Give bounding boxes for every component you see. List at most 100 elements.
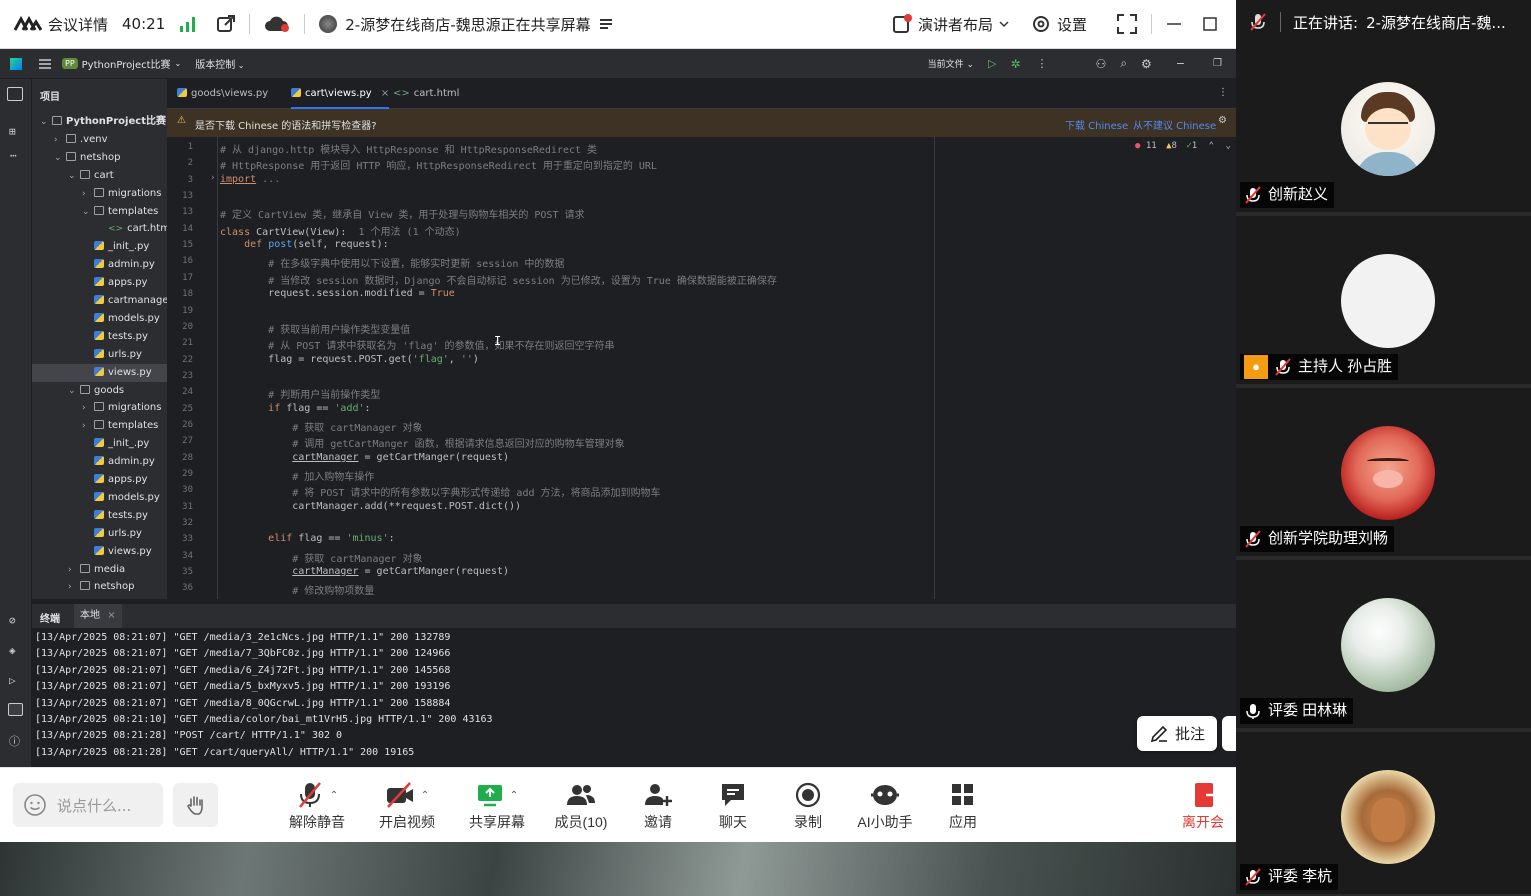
- participant-tile[interactable]: 评委 李杭: [1236, 732, 1531, 896]
- share-menu-icon[interactable]: [599, 17, 613, 31]
- chat-input[interactable]: 说点什么...: [13, 783, 163, 827]
- chevron-down-icon[interactable]: ⌄: [54, 149, 66, 167]
- tree-item[interactable]: urls.py: [32, 346, 167, 364]
- raise-hand-button[interactable]: [173, 783, 218, 827]
- tree-item[interactable]: › .venv: [32, 131, 167, 149]
- chevron-down-icon[interactable]: ⌄: [40, 113, 52, 131]
- layers-icon[interactable]: ◈: [9, 644, 16, 657]
- tree-item[interactable]: apps.py: [32, 471, 167, 489]
- fold-marker-icon[interactable]: ›: [210, 173, 215, 183]
- tree-item[interactable]: cartmanager: [32, 292, 167, 310]
- chevron-down-icon[interactable]: ⌄: [82, 203, 94, 221]
- tree-item[interactable]: › migrations: [32, 185, 167, 203]
- tab-cart-views[interactable]: cart\views.py ×: [291, 79, 390, 109]
- participant-tile[interactable]: 评委 田林琳: [1236, 560, 1531, 730]
- tree-item[interactable]: tests.py: [32, 328, 167, 346]
- tree-item[interactable]: apps.py: [32, 274, 167, 292]
- tree-item[interactable]: models.py: [32, 489, 167, 507]
- annotate-button[interactable]: 批注: [1137, 716, 1217, 751]
- participant-tile[interactable]: 创新学院助理刘畅: [1236, 388, 1531, 558]
- chevron-right-icon[interactable]: ›: [68, 561, 80, 579]
- emoji-icon[interactable]: [23, 793, 47, 817]
- inspection-widget[interactable]: ● 11 ▲8 ✓1 ⌃ ⌄: [1135, 141, 1231, 151]
- tree-item[interactable]: › netshop: [32, 578, 167, 596]
- signal-icon[interactable]: [179, 16, 197, 32]
- run-config-selector[interactable]: 当前文件 ⌄: [928, 57, 974, 70]
- close-icon[interactable]: ×: [381, 88, 389, 99]
- chevron-down-icon[interactable]: ⌄: [68, 167, 80, 185]
- terminal-output[interactable]: [13/Apr/2025 08:21:07] "GET /media/3_2e1…: [32, 628, 1236, 767]
- notice-settings-icon[interactable]: ⚙: [1218, 115, 1227, 126]
- tree-item[interactable]: models.py: [32, 310, 167, 328]
- chevron-down-icon[interactable]: ⌄: [1225, 141, 1230, 151]
- tree-item[interactable]: › media: [32, 561, 167, 579]
- download-chinese-link[interactable]: 下载 Chinese: [1065, 117, 1128, 132]
- tree-item[interactable]: views.py: [32, 363, 167, 382]
- chevron-up-icon[interactable]: ⌃: [510, 790, 518, 801]
- chevron-up-icon[interactable]: ⌃: [421, 790, 429, 801]
- open-external-icon[interactable]: [217, 15, 236, 33]
- tree-item[interactable]: › templates: [32, 417, 167, 435]
- python-console-icon[interactable]: ⊘: [9, 614, 16, 627]
- chevron-right-icon[interactable]: ›: [82, 399, 94, 417]
- annotate-extra-button[interactable]: [1222, 716, 1236, 751]
- minimize-icon[interactable]: [1166, 16, 1182, 32]
- problems-icon[interactable]: ⓘ: [9, 733, 20, 749]
- ai-assistant-button[interactable]: AI小助手: [845, 780, 925, 832]
- fullscreen-icon[interactable]: [1117, 14, 1137, 34]
- leave-meeting-button[interactable]: 离开会: [1182, 780, 1236, 832]
- chevron-up-icon[interactable]: ⌃: [330, 790, 338, 801]
- maximize-icon[interactable]: [1202, 16, 1218, 32]
- start-video-button[interactable]: ⌃ 开启视频: [367, 780, 447, 832]
- chat-button[interactable]: 聊天: [693, 780, 773, 832]
- chevron-right-icon[interactable]: ›: [82, 417, 94, 435]
- add-user-icon[interactable]: ⚇: [1096, 57, 1107, 71]
- tree-item[interactable]: _init_.py: [32, 238, 167, 256]
- settings-gear-icon[interactable]: ⚙: [1141, 57, 1152, 71]
- chevron-right-icon[interactable]: ›: [68, 578, 80, 596]
- never-suggest-link[interactable]: 从不建议 Chinese: [1133, 117, 1216, 132]
- chevron-right-icon[interactable]: ›: [82, 185, 94, 203]
- more-icon[interactable]: ⋮: [1037, 57, 1048, 70]
- tree-item[interactable]: ⌄ cart: [32, 167, 167, 185]
- tree-item[interactable]: urls.py: [32, 525, 167, 543]
- chevron-down-icon[interactable]: ⌄: [68, 382, 80, 400]
- tree-item[interactable]: <>cart.html: [32, 220, 167, 238]
- unmute-button[interactable]: ⌃ 解除静音: [277, 780, 357, 832]
- invite-button[interactable]: 邀请: [618, 780, 698, 832]
- tab-goods-views[interactable]: goods\views.py: [177, 79, 268, 109]
- terminal-tool-icon[interactable]: [8, 703, 23, 716]
- settings-button[interactable]: 设置: [1031, 14, 1087, 35]
- tree-item[interactable]: admin.py: [32, 256, 167, 274]
- more-tools-icon[interactable]: ⋯: [10, 149, 17, 162]
- tree-item[interactable]: admin.py: [32, 453, 167, 471]
- tree-item[interactable]: tests.py: [32, 507, 167, 525]
- layout-button[interactable]: 演讲者布局: [892, 14, 1009, 35]
- cloud-record-icon[interactable]: [264, 15, 290, 33]
- members-button[interactable]: 成员(10): [541, 780, 621, 832]
- code-editor[interactable]: ● 11 ▲8 ✓1 ⌃ ⌄ › 1 # 从 django.http 模块导入 H…: [167, 137, 1236, 599]
- tree-item[interactable]: _init_.py: [32, 435, 167, 453]
- search-icon[interactable]: ⌕: [1120, 56, 1127, 71]
- window-restore-icon[interactable]: ❐: [1213, 58, 1222, 69]
- tree-item[interactable]: views.py: [32, 543, 167, 561]
- tabs-more-icon[interactable]: ⋮: [1218, 87, 1228, 98]
- run-icon[interactable]: ▷: [988, 57, 996, 70]
- services-icon[interactable]: ▷: [9, 674, 16, 687]
- hamburger-menu-icon[interactable]: [38, 58, 52, 70]
- terminal-tab-local[interactable]: 本地 ×: [74, 604, 122, 628]
- project-tool-icon[interactable]: [7, 87, 23, 101]
- window-minimize-icon[interactable]: −: [1176, 57, 1185, 70]
- tree-item[interactable]: › migrations: [32, 399, 167, 417]
- tree-item[interactable]: ⌄ netshop: [32, 149, 167, 167]
- vcs-selector[interactable]: 版本控制 ⌄: [195, 56, 244, 71]
- chevron-right-icon[interactable]: ›: [54, 131, 66, 149]
- tree-item[interactable]: ⌄ PythonProject比赛: [32, 113, 167, 131]
- tree-item[interactable]: ⌄ templates: [32, 203, 167, 221]
- structure-tool-icon[interactable]: ⊞: [9, 125, 16, 138]
- project-selector[interactable]: PP PythonProject比赛 ⌄: [62, 56, 181, 71]
- close-icon[interactable]: ×: [107, 610, 115, 621]
- meeting-details-button[interactable]: 会议详情: [14, 14, 108, 35]
- chevron-up-icon[interactable]: ⌃: [1209, 141, 1214, 151]
- tree-item[interactable]: ⌄ goods: [32, 382, 167, 400]
